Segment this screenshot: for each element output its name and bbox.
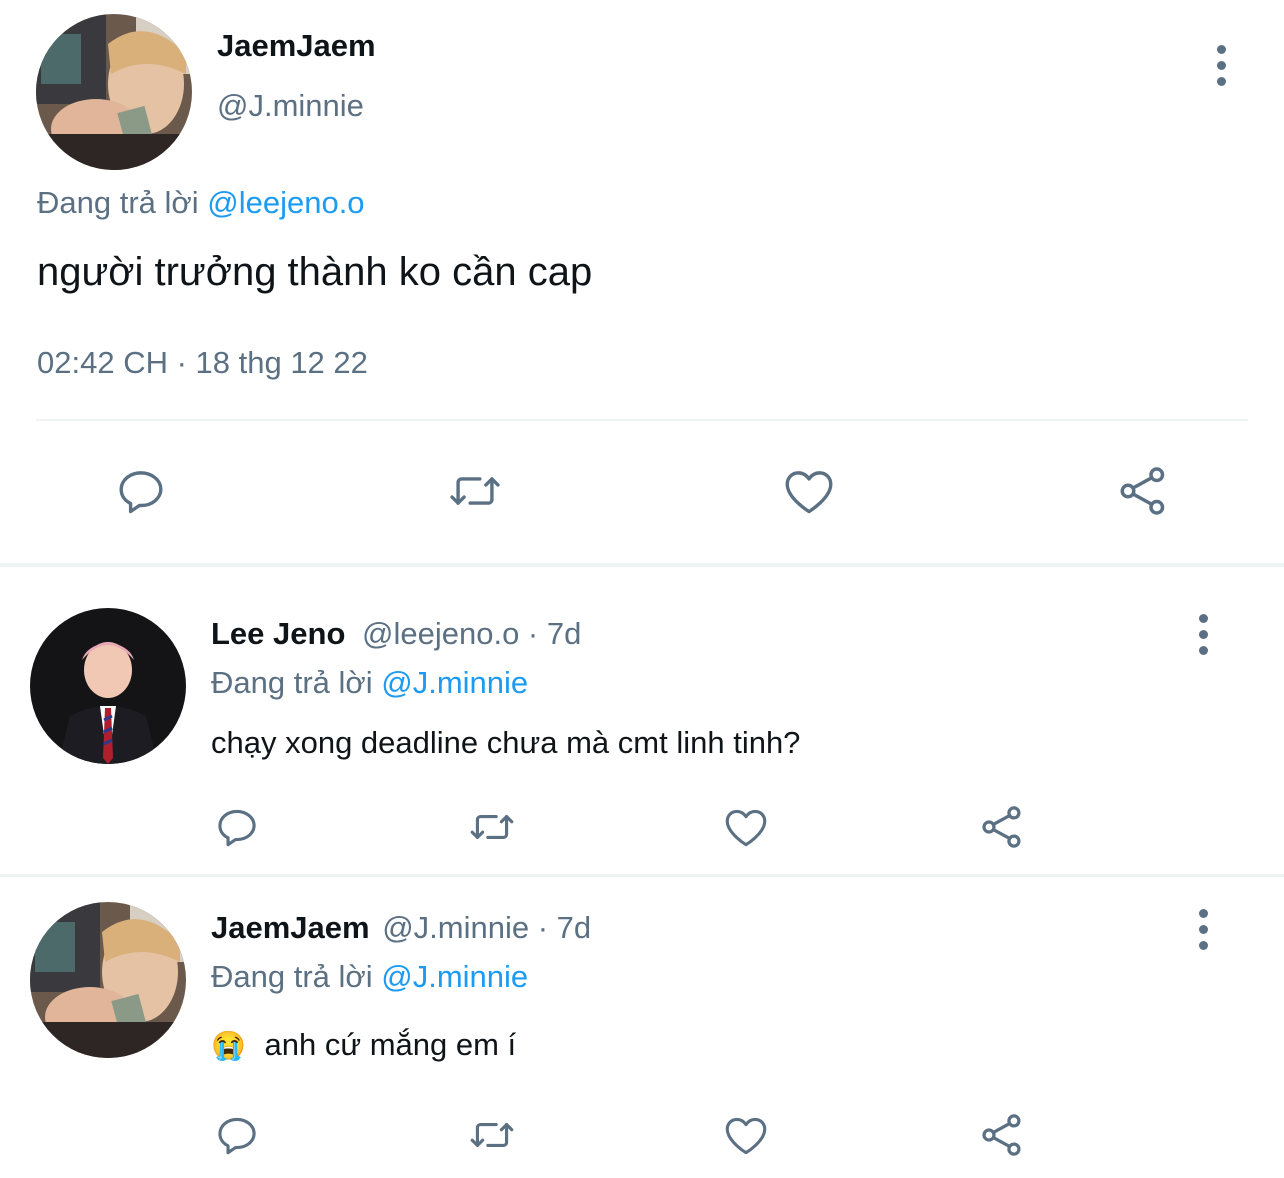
section-divider — [0, 874, 1284, 877]
like-icon — [725, 809, 767, 847]
reply-button[interactable] — [210, 800, 264, 854]
retweet-icon — [470, 815, 514, 839]
more-icon[interactable] — [1193, 604, 1213, 664]
timestamp[interactable]: 02:42 CH · 18 thg 12 22 — [37, 345, 368, 381]
like-button[interactable] — [719, 800, 773, 854]
crying-emoji-icon: 😭 — [211, 1030, 246, 1061]
tweet-text: người trưởng thành ko cần cap — [37, 250, 593, 294]
replying-to: Đang trả lời @J.minnie — [211, 959, 528, 995]
reply-button[interactable] — [108, 458, 174, 524]
avatar[interactable] — [30, 608, 186, 764]
share-button[interactable] — [1110, 458, 1176, 524]
display-name[interactable]: JaemJaem — [217, 28, 376, 64]
handle[interactable]: @J.minnie — [217, 88, 364, 124]
more-icon[interactable] — [1193, 899, 1213, 959]
tweet-text: chạy xong deadline chưa mà cmt linh tinh… — [211, 725, 801, 760]
display-name[interactable]: JaemJaem — [211, 910, 370, 945]
retweet-icon — [450, 477, 500, 505]
more-icon[interactable] — [1211, 35, 1231, 95]
display-name[interactable]: Lee Jeno — [211, 616, 345, 651]
divider — [36, 419, 1248, 421]
replying-to-handle[interactable]: @J.minnie — [381, 959, 528, 994]
reply-icon — [218, 809, 256, 847]
tweet-text: anh cứ mắng em í — [264, 1027, 517, 1062]
retweet-button[interactable] — [463, 800, 521, 854]
avatar[interactable] — [36, 14, 192, 170]
retweet-button[interactable] — [440, 458, 510, 524]
retweet-button[interactable] — [463, 1108, 521, 1162]
share-button[interactable] — [975, 800, 1029, 854]
like-icon — [725, 1117, 767, 1155]
handle-time[interactable]: @leejeno.o · 7d — [362, 616, 581, 651]
like-button[interactable] — [719, 1108, 773, 1162]
reply-icon — [119, 471, 163, 514]
handle-time[interactable]: @J.minnie · 7d — [382, 910, 591, 945]
share-icon — [982, 1114, 1021, 1156]
replying-to: Đang trả lời @J.minnie — [211, 665, 528, 701]
tweet-text-line: 😭 anh cứ mắng em í — [211, 1027, 516, 1063]
replying-to-handle[interactable]: @leejeno.o — [207, 185, 364, 220]
share-button[interactable] — [975, 1108, 1029, 1162]
avatar[interactable] — [30, 902, 186, 1058]
share-icon — [982, 806, 1021, 848]
reply-icon — [218, 1117, 256, 1155]
like-button[interactable] — [776, 458, 842, 524]
replying-to-handle[interactable]: @J.minnie — [381, 665, 528, 700]
retweet-icon — [470, 1123, 514, 1147]
reply-header: JaemJaem @J.minnie · 7d — [211, 910, 591, 946]
reply-header: Lee Jeno @leejeno.o · 7d — [211, 616, 581, 652]
replying-to: Đang trả lời @leejeno.o — [37, 185, 365, 221]
replying-to-label: Đang trả lời — [211, 665, 373, 700]
share-icon — [1120, 467, 1165, 515]
reply-button[interactable] — [210, 1108, 264, 1162]
replying-to-label: Đang trả lời — [211, 959, 373, 994]
like-icon — [785, 471, 833, 514]
replying-to-label: Đang trả lời — [37, 185, 199, 220]
section-divider — [0, 563, 1284, 567]
